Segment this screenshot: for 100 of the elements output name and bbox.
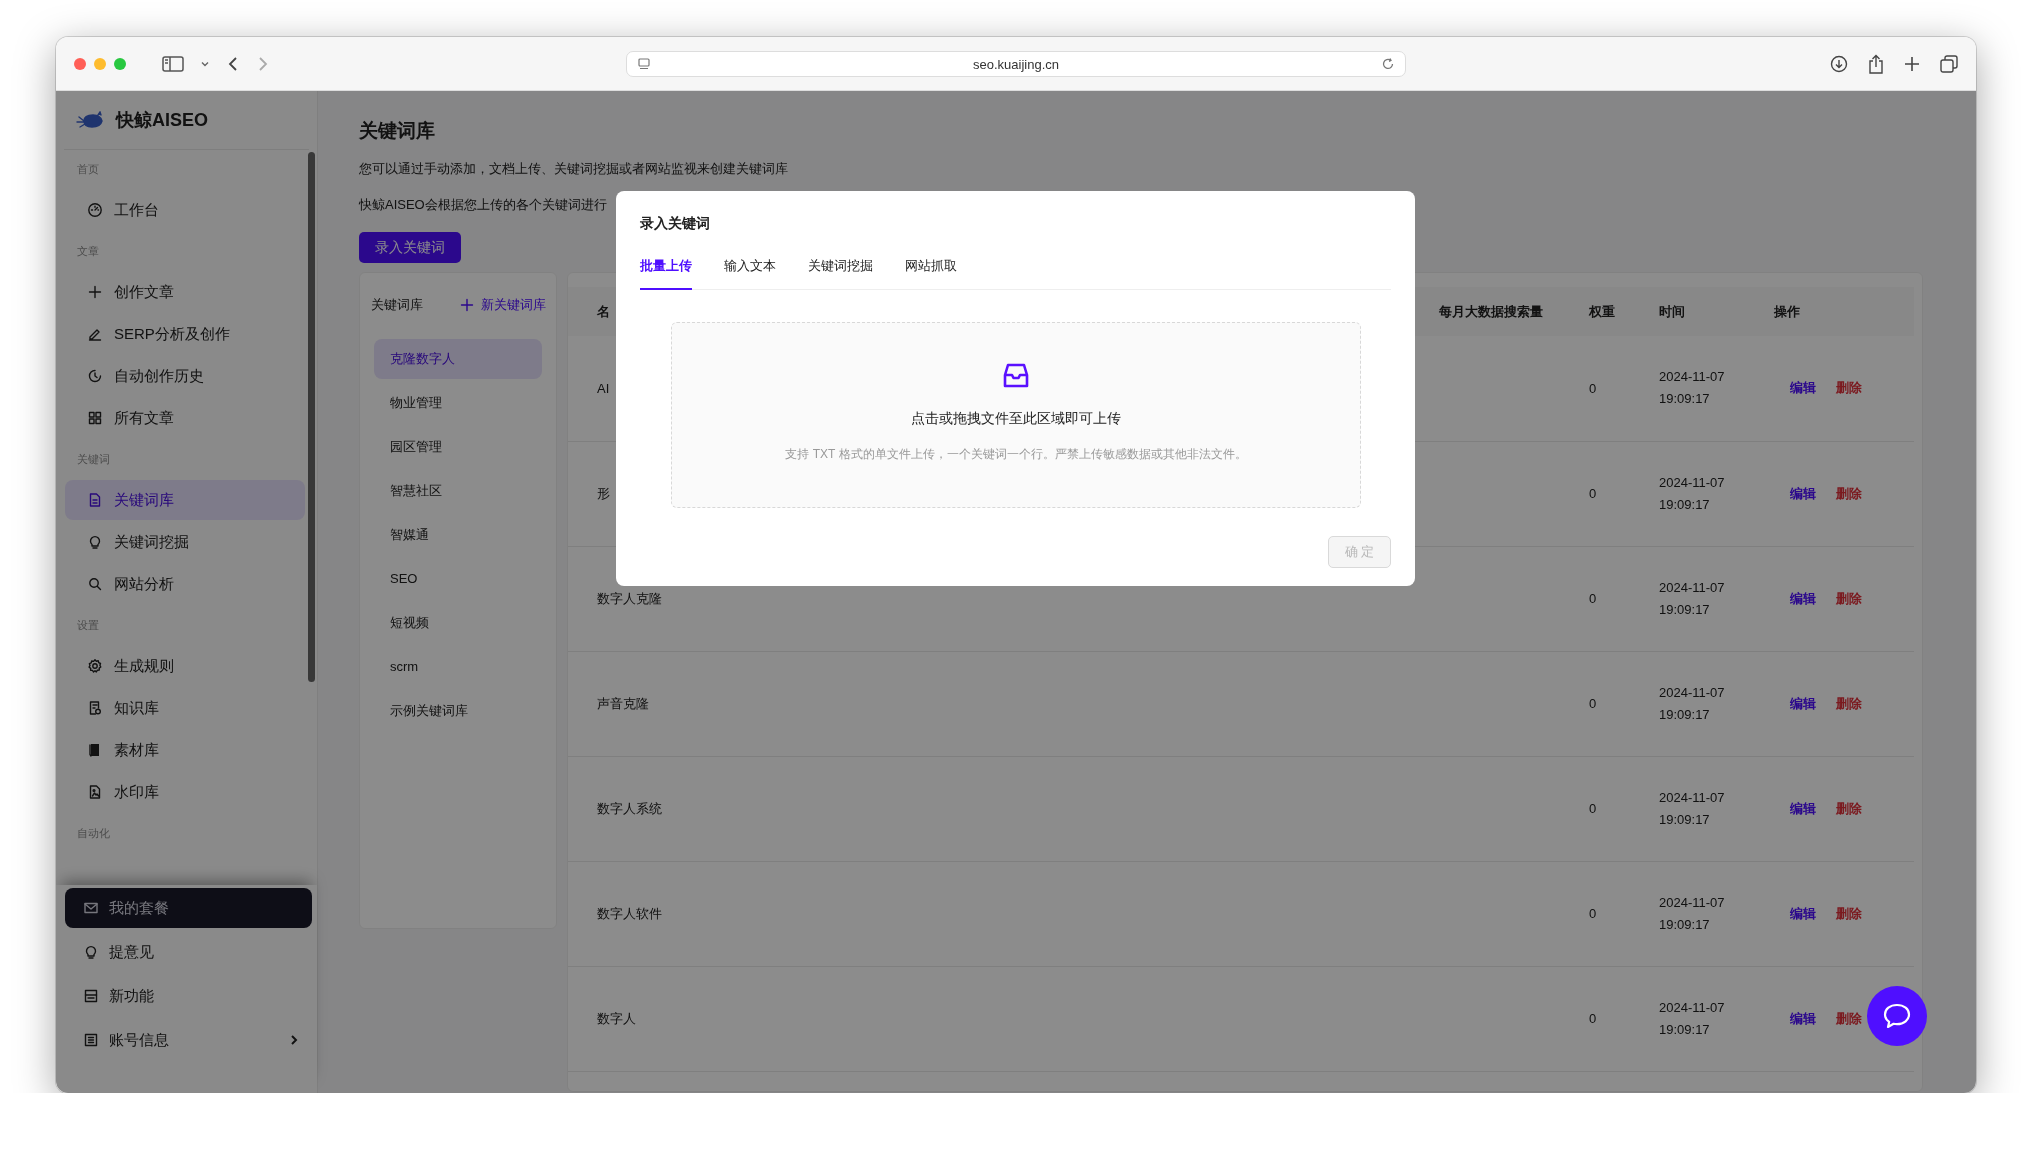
table-cell-text: 2024-11-07 19:09:17 (1659, 473, 1726, 514)
table-cell: 0 (1589, 801, 1597, 816)
delete-link[interactable]: 删除 (1836, 380, 1862, 396)
address-bar[interactable]: seo.kuaijing.cn (626, 51, 1406, 77)
library-item[interactable]: SEO (374, 559, 542, 599)
nav-item[interactable]: 所有文章 (65, 398, 305, 438)
scrollbar-thumb[interactable] (308, 152, 315, 682)
delete-link[interactable]: 删除 (1836, 590, 1862, 606)
edit-link[interactable]: 编辑 (1790, 380, 1816, 396)
column-header: 时间 (1643, 287, 1758, 336)
search-icon (87, 576, 103, 592)
window-control-dot[interactable] (94, 57, 106, 70)
edit-link[interactable]: 编辑 (1790, 1010, 1816, 1026)
plus-icon (1904, 55, 1920, 72)
tab[interactable]: 批量上传 (640, 247, 692, 290)
clock-icon (87, 368, 103, 384)
window-control-dot[interactable] (74, 57, 86, 70)
delete-link[interactable]: 删除 (1836, 1010, 1862, 1026)
nav-item[interactable]: 账号信息 (65, 1018, 312, 1062)
card-icon (83, 988, 99, 1004)
nav-item[interactable]: 创作文章 (65, 272, 305, 312)
delete-link[interactable]: 删除 (1836, 905, 1862, 921)
nav-item[interactable]: 关键词挖掘 (65, 522, 305, 562)
add-keyword-button[interactable]: 录入关键词 (359, 232, 461, 263)
upload-dropzone[interactable]: 点击或拖拽文件至此区域即可上传 支持 TXT 格式的单文件上传，一个关键词一个行。严禁上传敏感数据或其他非法文件。 (671, 322, 1361, 508)
delete-link[interactable]: 删除 (1836, 695, 1862, 711)
table-cell: 0 (1589, 1011, 1597, 1026)
nav-item[interactable]: 生成规则 (65, 646, 305, 686)
edit-link[interactable]: 编辑 (1790, 590, 1816, 606)
upload-hint: 支持 TXT 格式的单文件上传，一个关键词一个行。严禁上传敏感数据或其他非法文件。 (785, 446, 1247, 463)
nav-item[interactable]: 知识库 (65, 688, 305, 728)
mail-icon (83, 900, 99, 916)
share-icon (1868, 53, 1884, 74)
app-name: 快鲸AISEO (116, 109, 208, 132)
table-cell: 0 (1589, 696, 1597, 711)
download-icon (1830, 54, 1848, 73)
table-cell: 0 (1589, 380, 1597, 396)
column-header: 操作 (1758, 287, 1914, 336)
library-item[interactable]: 克隆数字人 (374, 339, 542, 379)
page-title: 关键词库 (359, 119, 436, 143)
nav-item[interactable]: 网站分析 (65, 564, 305, 604)
section-label: 自动化 (76, 826, 111, 841)
tab[interactable]: 输入文本 (724, 247, 776, 290)
grid-icon (87, 410, 103, 426)
table-cell-text: 2024-11-07 19:09:17 (1659, 893, 1726, 934)
document-icon (87, 492, 103, 508)
edit-link[interactable]: 编辑 (1790, 905, 1816, 921)
table-cell: 0 (1589, 591, 1597, 606)
nav-item[interactable]: SERP分析及创作 (65, 314, 305, 354)
nav-item[interactable]: 水印库 (65, 772, 305, 812)
image-document-icon (87, 784, 103, 800)
description-text: 您可以通过手动添加，文档上传、关键词挖掘或者网站监视来创建关键词库 (359, 160, 789, 178)
delete-link[interactable]: 删除 (1836, 485, 1862, 501)
library-item[interactable]: 智慧社区 (374, 471, 542, 511)
upload-instruction: 点击或拖拽文件至此区域即可上传 (911, 410, 1121, 428)
nav-item[interactable]: 自动创作历史 (65, 356, 305, 396)
library-item[interactable]: 园区管理 (374, 427, 542, 467)
table-cell-text: 2024-11-07 19:09:17 (1659, 788, 1726, 829)
nav-item[interactable]: 工作台 (65, 190, 305, 230)
lightbulb-icon (83, 944, 99, 960)
list-icon (83, 1032, 99, 1048)
reload-icon (1381, 57, 1395, 71)
table-cell-text: 2024-11-07 19:09:17 (1659, 578, 1726, 619)
nav-item[interactable]: 关键词库 (65, 480, 305, 520)
section-label: 文章 (76, 244, 100, 259)
plus-icon (87, 284, 103, 300)
plus-icon (459, 297, 475, 313)
table-cell-text: 2024-11-07 19:09:17 (1659, 998, 1726, 1039)
url-text: seo.kuaijing.cn (972, 56, 1060, 72)
table-cell: 数字人克隆 (597, 589, 662, 608)
edit-link[interactable]: 编辑 (1790, 800, 1816, 816)
window-control-dot[interactable] (114, 57, 126, 70)
gauge-icon (87, 202, 103, 218)
tab[interactable]: 关键词挖掘 (808, 247, 873, 290)
table-cell: 形 (597, 484, 610, 503)
table-cell: 0 (1589, 906, 1597, 921)
settings-icon (87, 658, 103, 674)
table-cell-text: 2024-11-07 19:09:17 (1659, 683, 1726, 724)
table-cell: 0 (1589, 486, 1597, 501)
sidebar-toggle-icon (162, 55, 184, 72)
chevron-right-icon (290, 1034, 298, 1046)
edit-link[interactable]: 编辑 (1790, 485, 1816, 501)
panel-title: 关键词库 (371, 296, 423, 314)
table-cell: 数字人系统 (597, 799, 662, 818)
delete-link[interactable]: 删除 (1836, 800, 1862, 816)
table-cell: 数字人软件 (597, 904, 662, 923)
nav-item[interactable]: 素材库 (65, 730, 305, 770)
library-item[interactable]: 示例关键词库 (374, 691, 542, 731)
new-library-button[interactable]: 新关键词库 (459, 296, 546, 314)
library-item[interactable]: 智媒通 (374, 515, 542, 555)
nav-item[interactable]: 提意见 (65, 930, 312, 974)
library-item[interactable]: scrm (374, 647, 542, 687)
nav-item[interactable]: 新功能 (65, 974, 312, 1018)
description-text: 快鲸AISEO会根据您上传的各个关键词进行 (359, 196, 608, 214)
table-cell: AI (597, 380, 610, 396)
library-item[interactable]: 物业管理 (374, 383, 542, 423)
library-item[interactable]: 短视频 (374, 603, 542, 643)
tab[interactable]: 网站抓取 (905, 247, 957, 290)
tabs-overview-icon (1940, 54, 1958, 73)
edit-link[interactable]: 编辑 (1790, 695, 1816, 711)
